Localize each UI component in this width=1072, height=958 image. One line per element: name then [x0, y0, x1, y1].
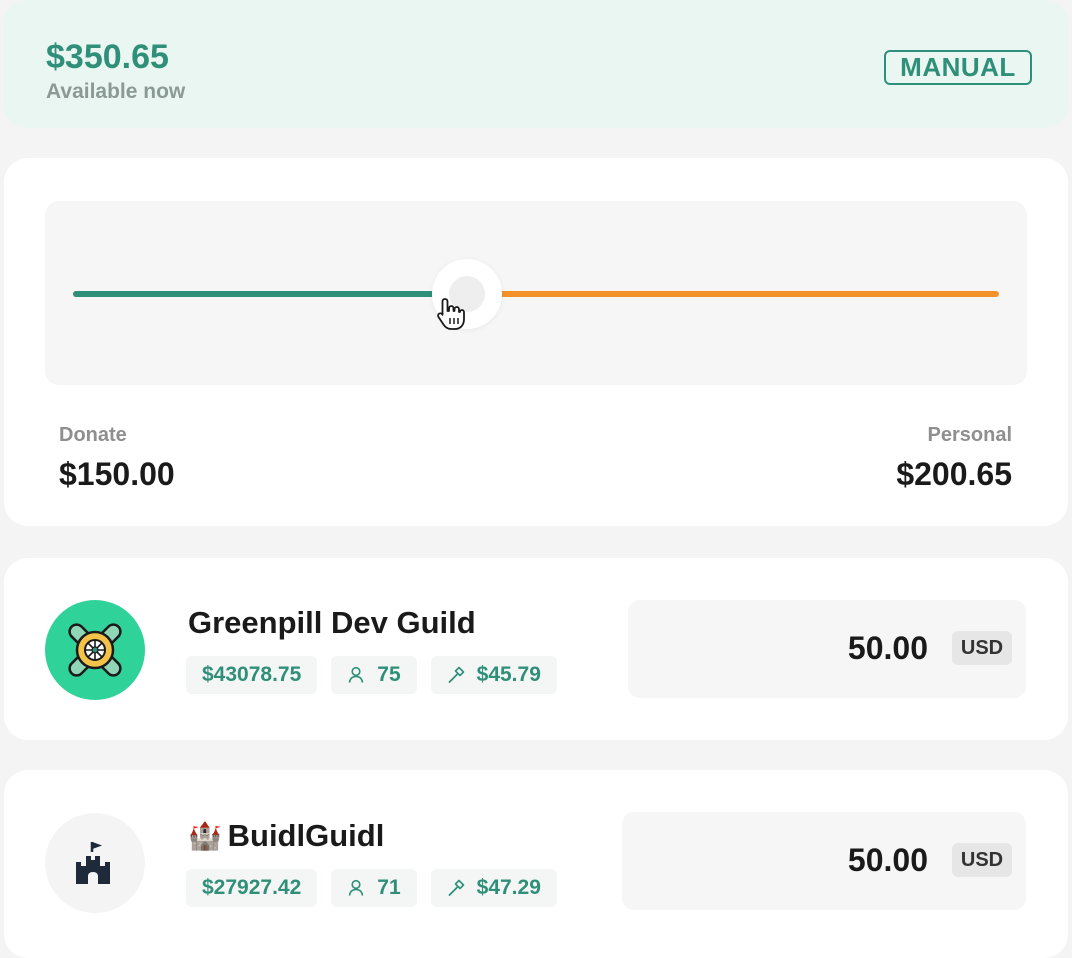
donation-amount-input[interactable]: 50.00 USD [622, 812, 1026, 910]
project-name-text: Greenpill Dev Guild [188, 605, 476, 640]
donate-value: $150.00 [59, 456, 175, 492]
project-avatar [45, 600, 145, 700]
person-icon [348, 666, 364, 683]
project-name: Greenpill Dev Guild [188, 605, 476, 641]
personal-label: Personal [927, 424, 1012, 446]
greenpill-logo-icon [68, 623, 122, 677]
available-caption: Available now [46, 80, 186, 103]
hammer-icon [448, 879, 464, 896]
split-card: Donate $150.00 Personal $200.65 [4, 158, 1068, 526]
project-stats: $27927.42 71 $47.29 [186, 869, 557, 907]
donation-amount-value[interactable]: 50.00 [848, 842, 928, 879]
castle-emoji-icon: 🏰 [188, 821, 222, 851]
average-stat: $45.79 [430, 656, 557, 694]
balance-card: $350.65 Available now MANUAL [4, 0, 1068, 128]
raised-stat: $43078.75 [186, 656, 318, 694]
project-card: Greenpill Dev Guild $43078.75 75 $45.79 … [4, 558, 1068, 740]
hammer-icon [448, 666, 464, 683]
project-stats: $43078.75 75 $45.79 [186, 656, 557, 694]
castle-icon [76, 842, 110, 884]
project-name: 🏰 BuidlGuidl [188, 818, 384, 854]
split-slider[interactable] [45, 201, 1027, 385]
raised-stat: $27927.42 [186, 869, 318, 907]
contributors-value: 75 [377, 663, 401, 686]
personal-value: $200.65 [896, 456, 1012, 492]
project-card: 🏰 BuidlGuidl $27927.42 71 $47.29 50.00 U… [4, 770, 1068, 958]
slider-fill-donate [73, 291, 468, 297]
donation-amount-value[interactable]: 50.00 [848, 630, 928, 667]
donation-amount-input[interactable]: 50.00 USD [628, 600, 1026, 698]
contributors-stat: 75 [331, 656, 417, 694]
average-value: $47.29 [476, 876, 541, 899]
currency-badge: USD [952, 843, 1012, 877]
currency-badge: USD [952, 631, 1012, 665]
project-name-text: BuidlGuidl [227, 818, 385, 853]
raised-value: $27927.42 [202, 876, 302, 899]
slider-track[interactable] [73, 291, 999, 297]
average-stat: $47.29 [430, 869, 557, 907]
raised-value: $43078.75 [202, 663, 302, 686]
contributors-stat: 71 [331, 869, 417, 907]
hand-cursor-icon [437, 298, 466, 330]
project-avatar [45, 813, 145, 913]
manual-mode-button[interactable]: MANUAL [884, 50, 1032, 85]
donate-label: Donate [59, 424, 127, 446]
person-icon [348, 879, 364, 896]
average-value: $45.79 [476, 663, 541, 686]
contributors-value: 71 [377, 876, 401, 899]
available-balance: $350.65 [46, 38, 169, 76]
